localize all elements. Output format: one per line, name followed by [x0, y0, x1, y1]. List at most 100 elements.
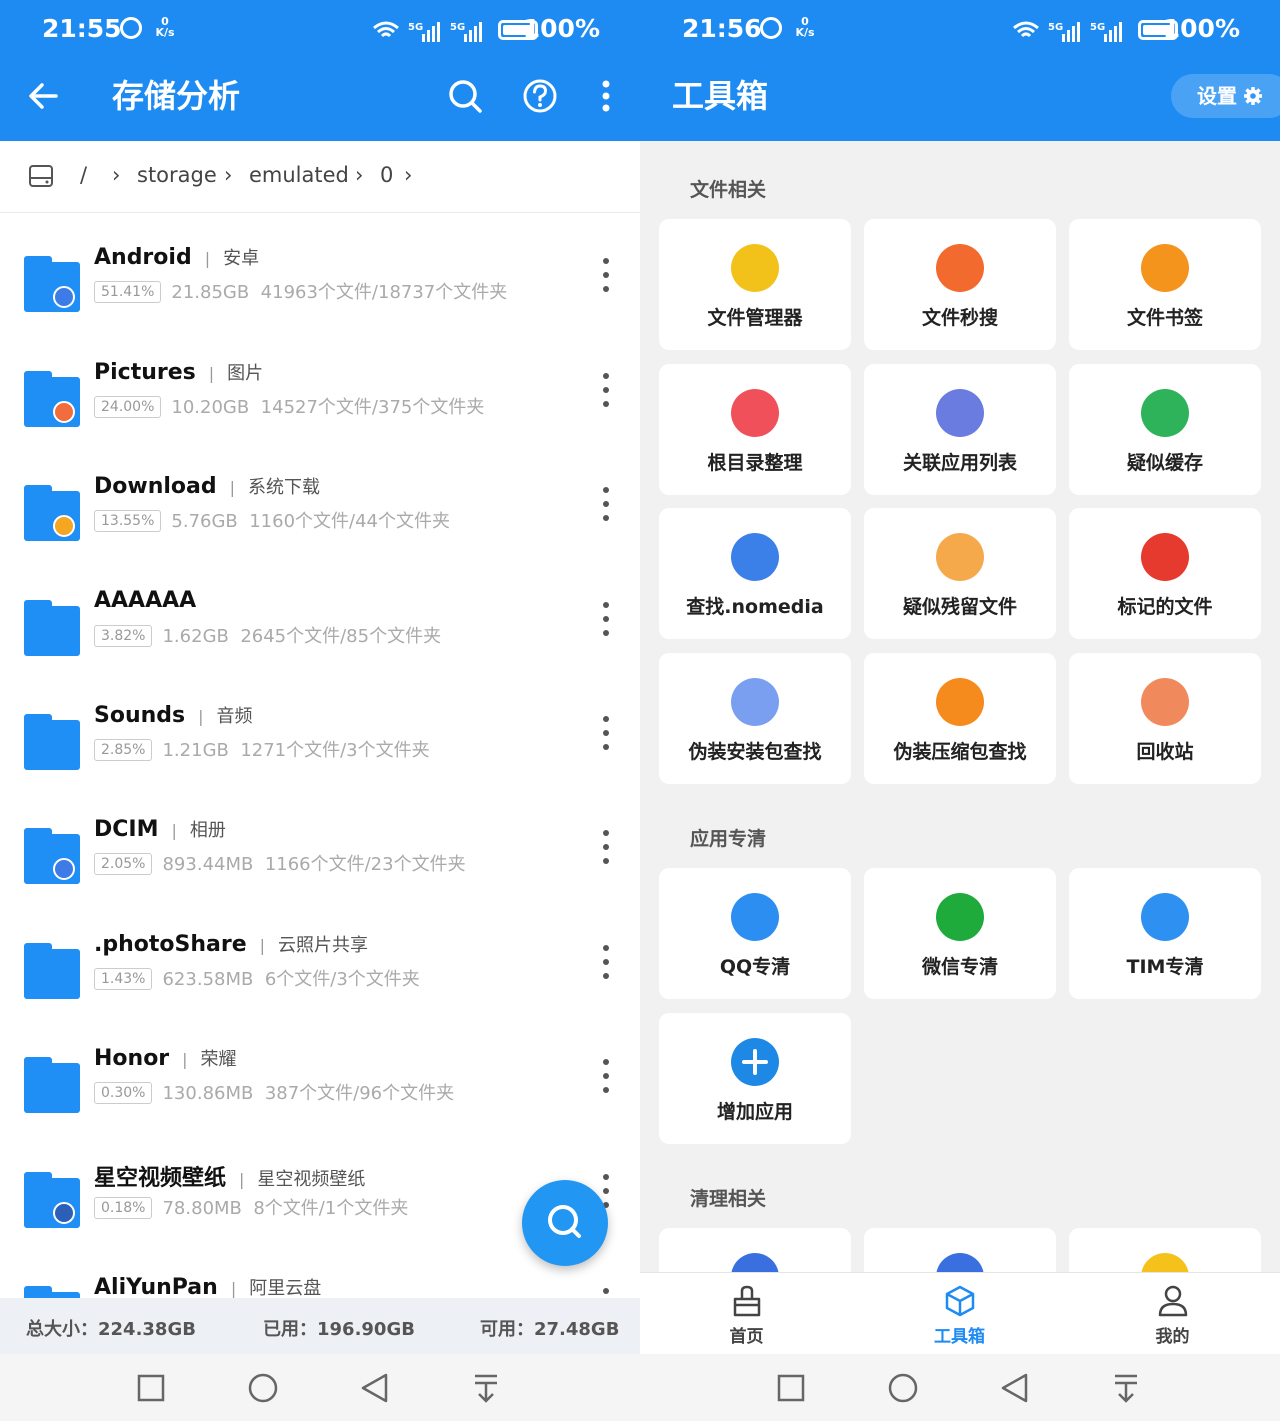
folder-more-button[interactable] — [600, 830, 612, 864]
tool-label: 查找.nomedia — [686, 596, 824, 618]
tool-card[interactable]: 关联应用列表 — [864, 364, 1056, 495]
storage-drive-icon[interactable] — [28, 163, 54, 194]
tool-card[interactable]: 伪装压缩包查找 — [864, 653, 1056, 784]
recents-icon[interactable] — [137, 1374, 165, 1402]
folder-more-button[interactable] — [600, 373, 612, 407]
section-file-related: 文件相关 — [690, 179, 767, 201]
folder-row[interactable]: Android | 安卓 51.41% 21.85GB 41963个文件/1873… — [0, 245, 640, 370]
folder-stats: 0.30% 130.86MB 387个文件/96个文件夹 — [94, 1079, 454, 1105]
plus-icon — [731, 1038, 779, 1086]
home-icon[interactable] — [888, 1373, 918, 1403]
folder-stats: 1.43% 623.58MB 6个文件/3个文件夹 — [94, 965, 420, 991]
app-clean-card[interactable]: QQ专清 — [659, 868, 851, 999]
folder-stats: 13.55% 5.76GB 1160个文件/44个文件夹 — [94, 507, 450, 533]
tab-home[interactable]: 首页 — [640, 1273, 853, 1355]
folder-name-separator: | — [171, 821, 177, 840]
notification-pulldown-icon[interactable] — [1115, 1374, 1137, 1403]
folder-more-button[interactable] — [600, 716, 612, 750]
search-icon — [449, 80, 482, 113]
folder-row[interactable]: AAAAAA 3.82% 1.62GB 2645个文件/85个文件夹 — [0, 588, 640, 714]
folder-badge-icon — [53, 858, 75, 880]
tool-card[interactable]: 疑似残留文件 — [864, 508, 1056, 639]
battery-level: 100% — [1162, 14, 1240, 43]
folder-badge-icon — [53, 515, 75, 537]
settings-button[interactable]: 设置 — [1171, 74, 1280, 118]
tool-icon — [731, 389, 779, 437]
folder-row[interactable]: Pictures | 图片 24.00% 10.20GB 14527个文件/375… — [0, 360, 640, 485]
folder-name: AliYunPan — [94, 1275, 218, 1300]
folder-name-separator: | — [229, 478, 236, 497]
back-nav-icon[interactable] — [1001, 1373, 1028, 1403]
tool-card[interactable]: 回收站 — [1069, 653, 1261, 784]
alarm-icon — [120, 17, 142, 39]
folder-size: 5.76GB — [171, 511, 238, 532]
storage-analysis-screen: 21:55 0K/s 5G5G 100% 存储分析 / › storage — [0, 0, 640, 1421]
tool-card[interactable]: 伪装安装包查找 — [659, 653, 851, 784]
app-clean-label: TIM专清 — [1126, 956, 1204, 978]
tab-toolbox[interactable]: 工具箱 — [853, 1273, 1066, 1355]
tool-card[interactable]: 文件书签 — [1069, 219, 1261, 350]
search-button[interactable] — [443, 74, 487, 118]
gear-icon — [1244, 87, 1262, 105]
breadcrumb-root[interactable]: / — [80, 163, 87, 187]
folder-row[interactable]: DCIM | 相册 2.05% 893.44MB 1166个文件/23个文件夹 — [0, 817, 640, 942]
folder-more-button[interactable] — [600, 487, 612, 521]
tool-label: 根目录整理 — [707, 452, 803, 474]
tool-card[interactable]: 文件管理器 — [659, 219, 851, 350]
tool-card[interactable]: 疑似缓存 — [1069, 364, 1261, 495]
cube-icon — [945, 1285, 975, 1317]
breadcrumb-emulated[interactable]: emulated — [249, 163, 349, 187]
folder-row[interactable]: Sounds | 音频 2.85% 1.21GB 1271个文件/3个文件夹 — [0, 703, 640, 828]
tab-mine[interactable]: 我的 — [1066, 1273, 1279, 1355]
tool-label: 文件书签 — [1126, 307, 1203, 329]
folder-counts: 2645个文件/85个文件夹 — [240, 626, 442, 647]
folder-row[interactable]: Honor | 荣耀 0.30% 130.86MB 387个文件/96个文件夹 — [0, 1046, 640, 1171]
recents-icon[interactable] — [777, 1374, 805, 1402]
folder-name-separator: | — [182, 1050, 188, 1069]
folder-row[interactable]: Download | 系统下载 13.55% 5.76GB 1160个文件/44个… — [0, 474, 640, 599]
back-button[interactable] — [22, 74, 66, 118]
breadcrumb-storage[interactable]: storage — [137, 163, 217, 187]
app-clean-card[interactable]: TIM专清 — [1069, 868, 1261, 999]
help-button[interactable] — [518, 74, 562, 118]
folder-more-button[interactable] — [600, 1059, 612, 1093]
status-bar: 21:56 0 K/s 5G 5G 100% — [682, 14, 1240, 48]
folder-more-button[interactable] — [600, 258, 612, 292]
tool-card[interactable]: 根目录整理 — [659, 364, 851, 495]
folder-title: Pictures | 图片 — [94, 359, 263, 385]
app-bar: 21:55 0 K/s 5G 5G 100% 存储分析 — [0, 0, 640, 141]
overflow-menu-button[interactable] — [584, 74, 628, 118]
folder-size: 1.62GB — [162, 626, 229, 647]
folder-stats: 2.85% 1.21GB 1271个文件/3个文件夹 — [94, 736, 430, 762]
section-app-clean: 应用专清 — [690, 828, 767, 850]
folder-more-button[interactable] — [600, 945, 612, 979]
folder-title: Android | 安卓 — [94, 244, 259, 270]
breadcrumb-zero[interactable]: 0 — [380, 163, 393, 187]
folder-name: Pictures — [94, 360, 196, 385]
home-icon[interactable] — [248, 1373, 278, 1403]
total-size: 总大小：224.38GB — [26, 1319, 196, 1340]
bottom-tab-bar: 首页 工具箱 我的 — [640, 1272, 1280, 1354]
folder-row[interactable]: .photoShare | 云照片共享 1.43% 623.58MB 6个文件/3… — [0, 932, 640, 1057]
folder-counts: 41963个文件/18737个文件夹 — [260, 282, 508, 303]
folder-percent: 24.00% — [94, 396, 162, 418]
back-nav-icon[interactable] — [361, 1373, 388, 1403]
folder-name: .photoShare — [94, 932, 247, 957]
app-clean-card[interactable]: 微信专清 — [864, 868, 1056, 999]
tool-card[interactable]: 文件秒搜 — [864, 219, 1056, 350]
tool-card[interactable]: 查找.nomedia — [659, 508, 851, 639]
folder-size: 1.21GB — [162, 740, 229, 761]
tab-home-label: 首页 — [729, 1327, 764, 1347]
folder-more-button[interactable] — [600, 602, 612, 636]
folder-icon — [24, 714, 80, 770]
folder-title: Honor | 荣耀 — [94, 1045, 237, 1071]
folder-badge-icon — [53, 286, 75, 308]
add-app-card[interactable]: 增加应用 — [659, 1013, 851, 1144]
folder-alias: 星空视频壁纸 — [257, 1169, 366, 1190]
notification-pulldown-icon[interactable] — [475, 1374, 497, 1403]
tool-icon — [936, 389, 984, 437]
search-fab[interactable] — [522, 1180, 608, 1266]
tool-icon — [731, 533, 779, 581]
tool-card[interactable]: 标记的文件 — [1069, 508, 1261, 639]
folder-percent: 2.85% — [94, 739, 153, 761]
